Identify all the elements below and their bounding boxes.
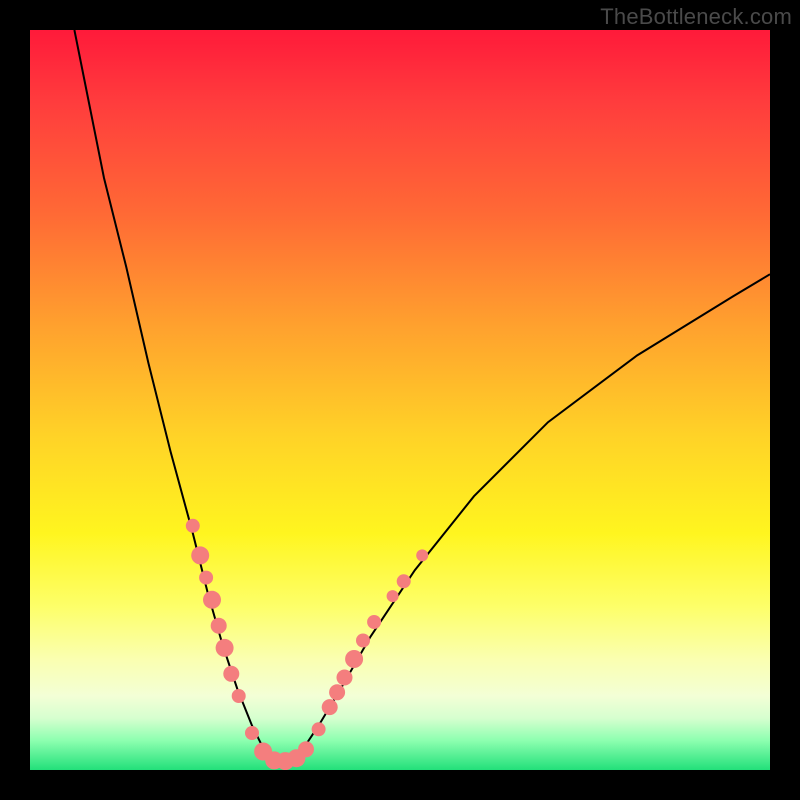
- marker-dot: [245, 726, 259, 740]
- marker-dot: [322, 699, 338, 715]
- plot-area: [30, 30, 770, 770]
- marker-dot: [216, 639, 234, 657]
- marker-dot: [387, 590, 399, 602]
- marker-dot: [345, 650, 363, 668]
- marker-dot: [203, 591, 221, 609]
- bottleneck-curve: [74, 30, 770, 763]
- marker-group: [186, 519, 428, 770]
- marker-dot: [211, 618, 227, 634]
- marker-dot: [337, 670, 353, 686]
- marker-dot: [223, 666, 239, 682]
- marker-dot: [356, 634, 370, 648]
- chart-svg: [30, 30, 770, 770]
- marker-dot: [298, 741, 314, 757]
- marker-dot: [312, 722, 326, 736]
- marker-dot: [367, 615, 381, 629]
- marker-dot: [199, 571, 213, 585]
- marker-dot: [191, 546, 209, 564]
- marker-dot: [397, 574, 411, 588]
- watermark-text: TheBottleneck.com: [600, 4, 792, 30]
- chart-frame: TheBottleneck.com: [0, 0, 800, 800]
- marker-dot: [232, 689, 246, 703]
- marker-dot: [416, 549, 428, 561]
- marker-dot: [186, 519, 200, 533]
- marker-dot: [329, 684, 345, 700]
